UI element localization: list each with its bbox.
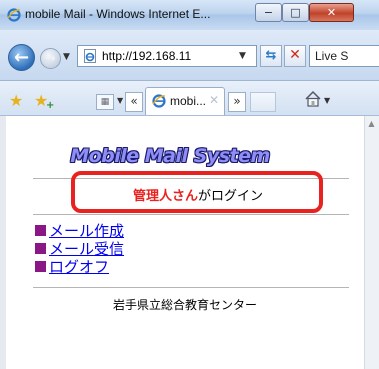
tab-list-dropdown[interactable]: ▼ — [117, 96, 123, 105]
add-favorites-plus-icon: + — [46, 100, 55, 111]
search-input[interactable]: Live S — [309, 45, 379, 67]
login-status: 管理人さんがログイン — [76, 185, 320, 204]
tab-scroll-right-button[interactable]: » — [228, 92, 246, 112]
mobile-mail-logo: Mobile Mail System — [70, 145, 270, 167]
vertical-scrollbar[interactable] — [364, 116, 379, 369]
window-title: mobile Mail - Windows Internet E... — [25, 7, 211, 21]
maximize-button[interactable]: □ — [282, 3, 309, 22]
quick-tabs-icon[interactable]: ▦ — [96, 94, 114, 110]
search-placeholder: Live S — [315, 49, 349, 63]
receive-mail-label: メール受信 — [49, 240, 125, 258]
ie-icon — [152, 94, 166, 108]
close-icon: ✕ — [326, 6, 337, 19]
forward-button[interactable]: → — [40, 48, 61, 69]
menu-bullet-icon — [35, 243, 46, 254]
logoff-label: ログオフ — [49, 258, 110, 276]
ie-icon — [7, 8, 21, 22]
divider — [33, 287, 349, 288]
new-tab-button[interactable] — [250, 92, 276, 112]
scroll-up-icon[interactable]: ▲ — [364, 119, 379, 128]
forward-icon: → — [45, 51, 56, 65]
close-window-button[interactable]: ✕ — [309, 3, 354, 22]
back-button[interactable]: ← — [8, 44, 35, 71]
home-dropdown[interactable]: ▼ — [324, 96, 330, 105]
compose-mail-label: メール作成 — [49, 222, 125, 240]
page-icon — [84, 49, 96, 63]
close-tab-icon[interactable]: ✕ — [209, 93, 219, 107]
refresh-button[interactable]: ⇆ — [260, 45, 282, 67]
stop-button[interactable]: ✕ — [284, 45, 306, 67]
refresh-icon: ⇆ — [265, 48, 277, 63]
divider — [33, 214, 349, 215]
minimize-icon: − — [263, 6, 274, 19]
url-text: http://192.168.11 — [102, 49, 192, 63]
tab-scroll-left-button[interactable]: « — [125, 92, 143, 112]
logoff-link[interactable]: ログオフ — [35, 259, 109, 276]
tab-label: mobi... — [170, 94, 207, 108]
stop-icon: ✕ — [289, 47, 301, 63]
menu-bullet-icon — [35, 225, 46, 236]
login-user-name: 管理人さん — [132, 189, 198, 204]
url-dropdown-icon[interactable]: ▼ — [239, 51, 246, 61]
content-left-edge — [0, 116, 6, 369]
receive-mail-link[interactable]: メール受信 — [35, 241, 124, 258]
minimize-button[interactable]: − — [255, 3, 282, 22]
favorites-star-icon[interactable]: ★ — [9, 93, 23, 109]
back-icon: ← — [13, 47, 30, 68]
recent-pages-dropdown[interactable]: ▼ — [63, 52, 70, 62]
footer-organization: 岩手県立総合教育センター — [112, 298, 257, 312]
login-suffix: がログイン — [198, 189, 264, 204]
home-icon[interactable] — [304, 90, 322, 108]
compose-mail-link[interactable]: メール作成 — [35, 223, 124, 240]
tab-mobile-mail[interactable]: mobi... ✕ — [145, 87, 225, 115]
menu-bullet-icon — [35, 261, 46, 272]
address-input[interactable]: http://192.168.11 ▼ — [77, 45, 257, 67]
maximize-icon: □ — [290, 6, 301, 19]
